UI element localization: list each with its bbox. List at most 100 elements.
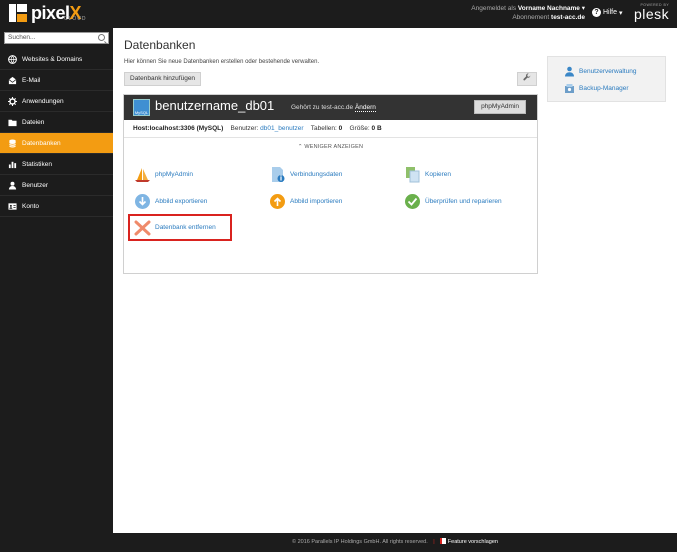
show-less-label: WENIGER ANZEIGEN [304, 144, 364, 150]
tables-value: 0 [338, 125, 343, 132]
sidebar-item-label: Konto [22, 202, 39, 210]
logo-mark-icon [9, 4, 27, 22]
top-bar: pixelX CLOUD Angemeldet als Vorname Nach… [0, 0, 677, 28]
account-card-icon [8, 202, 17, 211]
action-label: phpMyAdmin [155, 171, 193, 178]
bar-chart-icon [8, 160, 17, 169]
action-check-repair[interactable]: Überprüfen und reparieren [404, 193, 502, 210]
export-icon [134, 193, 151, 210]
sidebar-nav: Websites & Domains E-Mail Anwendungen Da… [0, 49, 113, 217]
host-value: localhost:3306 (MySQL) [149, 125, 224, 132]
highlight-box [128, 214, 232, 241]
subscription-label: Abonnement [512, 14, 550, 21]
logged-in-label: Angemeldet als [471, 5, 517, 12]
globe-icon [8, 54, 17, 64]
owner-label: Gehört zu test-acc.de [291, 104, 354, 111]
tools-button[interactable] [517, 72, 537, 86]
backup-icon [564, 83, 575, 94]
action-label: Abbild exportieren [155, 198, 208, 205]
database-card: MySQL benutzername_db01 Gehört zu test-a… [123, 94, 538, 274]
subscription-value[interactable]: test-acc.de [551, 14, 585, 21]
search-icon[interactable] [98, 34, 105, 41]
mail-icon [8, 76, 17, 85]
footer: © 2016 Parallels IP Holdings GmbH. All r… [113, 533, 677, 552]
sidebar-item-users[interactable]: Benutzer [0, 175, 113, 196]
import-icon [269, 193, 286, 210]
user-menu[interactable]: Vorname Nachname [518, 5, 580, 12]
database-owner: Gehört zu test-acc.de Ändern [291, 104, 376, 112]
size-label: Größe: [349, 125, 370, 132]
sidebar-item-label: E-Mail [22, 76, 41, 84]
folder-icon [8, 118, 17, 127]
user-management-link[interactable]: Benutzerverwaltung [564, 66, 636, 77]
sidebar: Suchen... Websites & Domains E-Mail Anwe… [0, 28, 113, 552]
phpmyadmin-sail-icon [134, 166, 151, 183]
tables-label: Tabellen: [310, 125, 337, 132]
copyright-text: © 2016 Parallels IP Holdings GmbH. All r… [292, 539, 428, 545]
database-card-header: MySQL benutzername_db01 Gehört zu test-a… [124, 95, 537, 120]
suggest-feature-link[interactable]: Feature vorschlagen [440, 538, 498, 545]
sidebar-item-files[interactable]: Dateien [0, 112, 113, 133]
action-connection-info[interactable]: Verbindungsdaten [269, 166, 342, 183]
add-database-button[interactable]: Datenbank hinzufügen [124, 72, 202, 86]
action-label: Verbindungsdaten [290, 171, 343, 178]
action-import-dump[interactable]: Abbild importieren [269, 193, 342, 210]
sidebar-item-applications[interactable]: Anwendungen [0, 91, 113, 112]
wrench-icon [523, 73, 531, 83]
sidebar-item-label: Websites & Domains [22, 55, 83, 63]
copy-icon [404, 166, 421, 183]
users-label: Benutzer: [230, 125, 259, 132]
sidebar-item-label: Statistiken [22, 160, 52, 168]
help-menu[interactable]: ? Hilfe ▾ [592, 8, 622, 17]
size-value: 0 B [371, 125, 382, 132]
db-user-link[interactable]: db01_benutzer [260, 125, 303, 132]
help-label: Hilfe [603, 9, 618, 16]
user-info: Angemeldet als Vorname Nachname ▾ Abonne… [471, 5, 585, 21]
plesk-logo: POWERED BY plesk [634, 3, 669, 21]
suggest-label: Feature vorschlagen [447, 539, 498, 545]
sidebar-item-websites[interactable]: Websites & Domains [0, 49, 113, 70]
side-panel-label: Benutzerverwaltung [579, 68, 637, 75]
host-label: Host: [133, 125, 150, 132]
chevron-up-icon: ⌃ [297, 144, 303, 150]
suggest-icon [440, 538, 447, 544]
help-icon: ? [592, 8, 601, 17]
side-panel: Benutzerverwaltung Backup-Manager [547, 56, 666, 102]
search-input[interactable]: Suchen... [4, 32, 109, 44]
action-phpmyadmin[interactable]: phpMyAdmin [134, 166, 193, 183]
sidebar-item-databases[interactable]: Datenbanken [0, 133, 113, 154]
gear-icon [8, 96, 17, 106]
main-content: Datenbanken Hier können Sie neue Datenba… [113, 28, 677, 533]
user-icon [8, 181, 17, 190]
database-icon [8, 139, 17, 148]
action-export-dump[interactable]: Abbild exportieren [134, 193, 207, 210]
database-name[interactable]: benutzername_db01 [155, 98, 274, 113]
side-panel-label: Backup-Manager [579, 85, 629, 92]
page-description: Hier können Sie neue Datenbanken erstell… [124, 59, 320, 65]
sidebar-item-label: Dateien [22, 118, 45, 126]
change-owner-link[interactable]: Ändern [354, 104, 376, 112]
action-copy[interactable]: Kopieren [404, 166, 451, 183]
phpmyadmin-button[interactable]: phpMyAdmin [474, 100, 526, 114]
show-less-toggle[interactable]: ⌃ WENIGER ANZEIGEN [124, 138, 537, 150]
footer-separator: | [433, 539, 435, 545]
action-label: Überprüfen und reparieren [425, 198, 502, 205]
backup-manager-link[interactable]: Backup-Manager [564, 83, 629, 94]
sidebar-item-label: Benutzer [22, 181, 49, 189]
user-management-icon [564, 66, 575, 77]
page-title: Datenbanken [124, 38, 196, 52]
sidebar-item-label: Datenbanken [22, 139, 61, 147]
database-info: Host:localhost:3306 (MySQL) Benutzer: db… [124, 120, 537, 138]
sidebar-item-label: Anwendungen [22, 97, 64, 105]
check-icon [404, 193, 421, 210]
plesk-label: plesk [634, 6, 670, 22]
sidebar-item-statistics[interactable]: Statistiken [0, 154, 113, 175]
search-placeholder: Suchen... [8, 34, 36, 41]
sidebar-item-account[interactable]: Konto [0, 196, 113, 217]
sidebar-item-email[interactable]: E-Mail [0, 70, 113, 91]
action-label: Kopieren [425, 171, 452, 178]
action-label: Abbild importieren [290, 198, 343, 205]
mysql-icon: MySQL [133, 99, 150, 116]
connection-info-icon [269, 166, 286, 183]
logo-subtitle: CLOUD [64, 16, 87, 22]
